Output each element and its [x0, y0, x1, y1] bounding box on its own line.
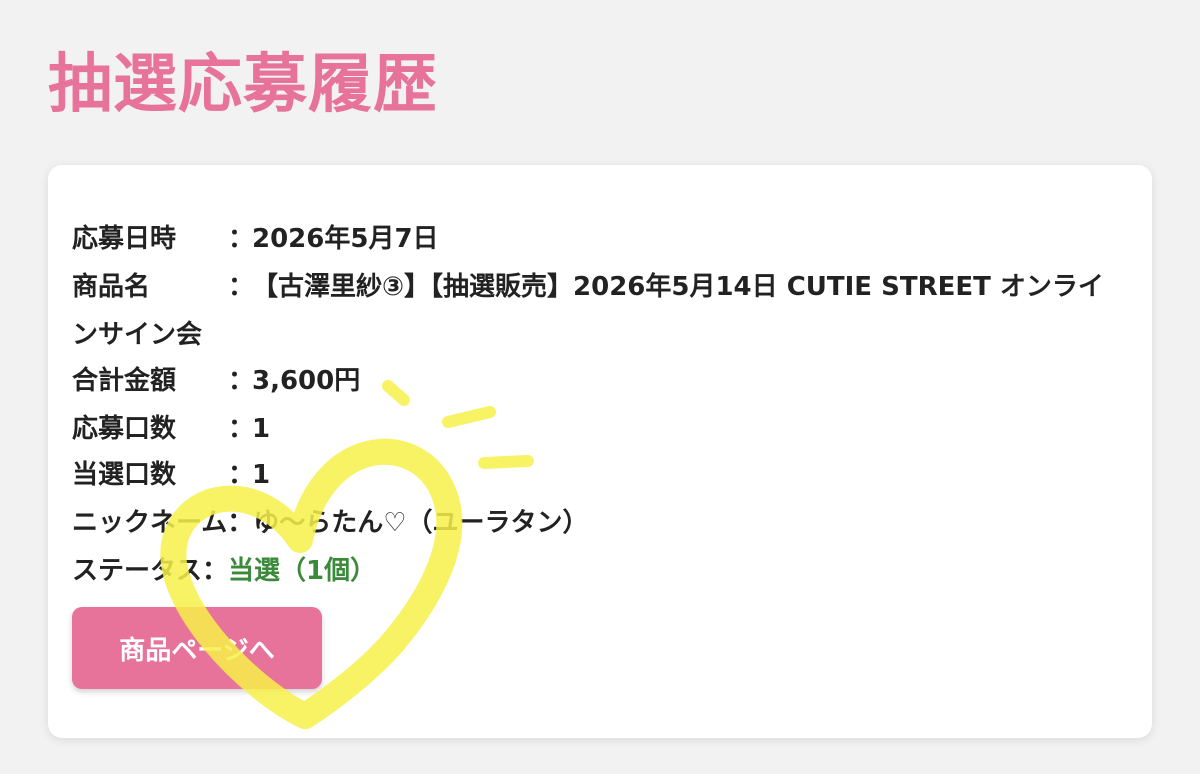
- entry-date-separator: ：: [228, 224, 255, 254]
- entry-date-label: 応募日時: [72, 224, 177, 254]
- product-name-separator: ：: [228, 272, 255, 302]
- entries-separator: ：: [228, 414, 255, 444]
- nickname-row: ニックネーム：ゆ〜らたん♡（ユーラタン）: [72, 499, 589, 547]
- total-amount-label: 合計金額: [72, 366, 177, 396]
- product-name-label: 商品名: [72, 272, 151, 302]
- nickname-value: ゆ〜らたん♡（ユーラタン）: [253, 508, 589, 538]
- nickname-separator: ：: [227, 508, 254, 538]
- winning-entries-row: 当選口数 ：1: [72, 451, 270, 499]
- nickname-label: ニックネーム: [72, 508, 228, 538]
- winning-entries-label: 当選口数: [72, 460, 177, 490]
- status-value: 当選（1個）: [228, 556, 377, 586]
- entries-value: 1: [252, 414, 271, 444]
- entries-label: 応募口数: [72, 414, 177, 444]
- product-name-row: 商品名 ：【古澤里紗③】【抽選販売】2026年5月14日 CUTIE STREET…: [72, 263, 1122, 359]
- total-amount-value: 3,600円: [252, 366, 361, 396]
- winning-entries-value: 1: [252, 460, 271, 490]
- page-title: 抽選応募履歴: [48, 48, 438, 122]
- status-label: ステータス: [72, 556, 203, 586]
- total-amount-separator: ：: [228, 366, 255, 396]
- product-page-button[interactable]: 商品ページへ: [72, 607, 322, 689]
- entry-date-value: 2026年5月7日: [252, 224, 439, 254]
- entry-date-row: 応募日時 ：2026年5月7日: [72, 215, 439, 263]
- entries-row: 応募口数 ：1: [72, 405, 270, 453]
- status-row: ステータス：当選（1個）: [72, 547, 376, 595]
- status-separator: ：: [202, 556, 229, 586]
- total-amount-row: 合計金額 ：3,600円: [72, 357, 360, 405]
- application-history-card: 応募日時 ：2026年5月7日 商品名 ：【古澤里紗③】【抽選販売】2026年5月1…: [48, 165, 1152, 738]
- winning-entries-separator: ：: [228, 460, 255, 490]
